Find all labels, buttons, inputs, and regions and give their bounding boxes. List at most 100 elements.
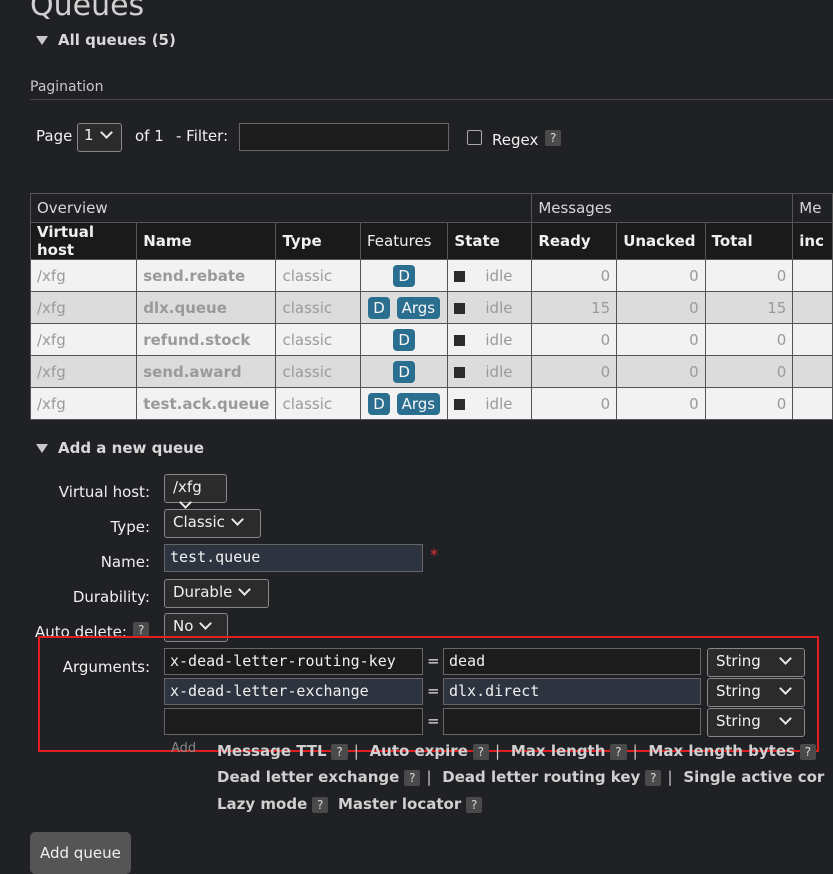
col-name[interactable]: Name [136,222,277,260]
hint-master-locator[interactable]: Master locator [338,795,461,813]
cell-features: D Args [359,387,449,420]
chevron-down-icon [199,617,213,630]
state-square-icon [454,302,466,314]
queue-name-link[interactable]: send.rebate [136,259,277,292]
args-badge: Args [396,296,441,319]
col-total[interactable]: Total [704,222,794,260]
table-row[interactable]: /xfg dlx.queue classic D Args idle 15 0 … [29,291,833,324]
chevron-down-icon [238,583,252,596]
cell-incoming [792,323,833,356]
col-unacked[interactable]: Unacked [616,222,706,260]
cell-state: idle [447,387,533,420]
page-count: of 1 [135,127,164,145]
virtual-host-label: Virtual host: [58,483,150,501]
col-features: Features [359,222,449,260]
help-icon[interactable]: ? [404,770,421,786]
hint-max-length-bytes[interactable]: Max length bytes [648,742,795,760]
hint-dead-letter-exchange[interactable]: Dead letter exchange [217,768,399,786]
divider [30,99,833,100]
durability-select[interactable]: Durable [164,579,269,608]
cell-unacked: 0 [616,259,706,292]
hint-lazy-mode[interactable]: Lazy mode [217,795,307,813]
page-select[interactable]: 1 [77,123,122,152]
add-queue-toggle[interactable]: Add a new queue [36,439,204,457]
queues-table: Overview Messages Me Virtual host Name T… [29,193,833,420]
help-icon[interactable]: ? [466,797,483,813]
hint-max-length[interactable]: Max length [511,742,606,760]
filter-input[interactable] [239,123,449,151]
add-argument-label: Add [171,741,197,756]
cell-features: D Args [359,291,449,324]
cell-features: D [359,355,449,388]
highlight-box [38,636,819,752]
cell-unacked: 0 [616,355,706,388]
add-queue-button[interactable]: Add queue [30,832,131,874]
cell-vhost: /xfg [29,323,138,356]
col-incoming[interactable]: inc [792,222,833,260]
table-row[interactable]: /xfg send.rebate classic D idle 0 0 0 [29,259,833,292]
group-header-more: Me [792,193,833,223]
cell-vhost: /xfg [29,259,138,292]
queue-name-link[interactable]: refund.stock [136,323,277,356]
required-mark: * [430,545,438,564]
table-row[interactable]: /xfg send.award classic D idle 0 0 0 [29,355,833,388]
page-label: Page [36,127,73,145]
cell-total: 0 [704,387,794,420]
hint-single-active-consumer[interactable]: Single active cor [683,768,824,786]
table-row[interactable]: /xfg test.ack.queue classic D Args idle … [29,387,833,420]
help-icon[interactable]: ? [312,797,329,813]
collapse-triangle-icon [36,36,48,45]
cell-ready: 0 [531,355,618,388]
hint-message-ttl[interactable]: Message TTL [217,742,327,760]
regex-label: Regex [492,131,539,149]
pagination-heading: Pagination [30,79,104,95]
queue-name-link[interactable]: send.award [136,355,277,388]
cell-ready: 0 [531,323,618,356]
argument-hints-row: Message TTL ? | Auto expire ? | Max length… [217,742,817,760]
cell-total: 15 [704,291,794,324]
queue-name-input[interactable]: test.queue [164,544,423,572]
cell-unacked: 0 [616,323,706,356]
regex-checkbox[interactable] [467,130,482,145]
durable-badge: D [393,264,415,287]
page-title: Queues [30,0,145,23]
queue-name-link[interactable]: dlx.queue [136,291,277,324]
hint-dead-letter-routing-key[interactable]: Dead letter routing key [442,768,640,786]
type-select[interactable]: Classic [164,509,261,538]
regex-help-icon[interactable]: ? [545,130,562,146]
help-icon[interactable]: ? [645,770,662,786]
cell-state: idle [447,291,533,324]
help-icon[interactable]: ? [472,744,490,760]
name-label: Name: [100,553,150,571]
table-row[interactable]: /xfg refund.stock classic D idle 0 0 0 [29,323,833,356]
cell-incoming [792,291,833,324]
all-queues-toggle[interactable]: All queues (5) [36,31,176,49]
cell-total: 0 [704,259,794,292]
col-virtual-host[interactable]: Virtual host [29,222,138,260]
cell-type: classic [275,323,361,356]
group-header-messages: Messages [531,193,794,223]
group-header-overview: Overview [29,193,533,223]
cell-total: 0 [704,355,794,388]
help-icon[interactable]: ? [610,744,627,760]
cell-features: D [359,323,449,356]
col-state[interactable]: State [447,222,533,260]
cell-ready: 0 [531,387,618,420]
chevron-down-icon [179,496,192,509]
hint-auto-expire[interactable]: Auto expire [370,742,468,760]
cell-vhost: /xfg [29,387,138,420]
cell-features: D [359,259,449,292]
help-icon[interactable]: ? [331,744,348,760]
state-square-icon [454,334,466,346]
col-ready[interactable]: Ready [531,222,618,260]
cell-incoming [792,387,833,420]
queue-name-link[interactable]: test.ack.queue [136,387,277,420]
cell-ready: 0 [531,259,618,292]
help-icon[interactable]: ? [799,744,817,760]
col-type[interactable]: Type [275,222,361,260]
cell-vhost: /xfg [29,355,138,388]
cell-ready: 15 [531,291,618,324]
durable-badge: D [368,392,390,415]
cell-type: classic [275,387,361,420]
virtual-host-select[interactable]: /xfg [164,474,227,509]
